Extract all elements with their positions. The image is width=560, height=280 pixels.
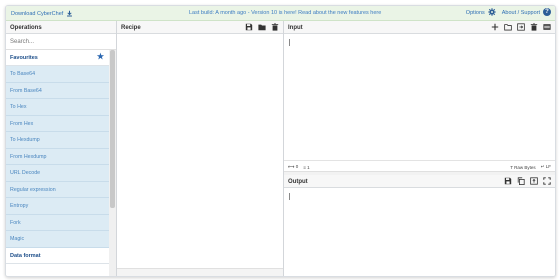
operation-item[interactable]: From Hexdump — [6, 148, 109, 165]
input-status-bar: ⟷ 0 ≡ 1 T Raw Bytes ↵ LF — [284, 160, 555, 171]
eol-selector[interactable]: ↵ LF — [541, 164, 551, 170]
scrollbar-thumb[interactable] — [110, 50, 115, 208]
text-icon: T — [510, 164, 513, 170]
recipe-title: Recipe — [121, 25, 141, 31]
notice-banner: Download CyberChef Last build: A month a… — [6, 6, 555, 21]
search-input[interactable]: Search... — [6, 34, 116, 50]
operation-item[interactable]: From Hex — [6, 115, 109, 132]
operation-item[interactable]: URL Decode — [6, 165, 109, 182]
download-icon — [67, 10, 73, 17]
length-icon: ⟷ — [288, 164, 295, 169]
operation-item[interactable]: To Hexdump — [6, 132, 109, 149]
clear-input-icon[interactable] — [530, 23, 538, 31]
operations-panel: Operations Search... Favourites ★ To Bas… — [6, 21, 117, 276]
recipe-panel: Recipe — [117, 21, 284, 276]
operation-item[interactable]: Magic — [6, 231, 109, 248]
lines-value: 1 — [307, 164, 310, 170]
return-icon: ↵ — [540, 164, 545, 169]
output-title: Output — [288, 179, 308, 185]
download-link[interactable]: Download CyberChef — [11, 10, 73, 17]
eol-label: LF — [545, 164, 551, 169]
text-caret — [289, 39, 290, 46]
trash-icon[interactable] — [271, 23, 279, 31]
length-indicator: ⟷ 0 — [288, 164, 298, 170]
save-icon[interactable] — [245, 23, 253, 31]
operation-item[interactable]: Regular expression — [6, 181, 109, 198]
options-link[interactable]: Options — [466, 10, 485, 16]
operation-item[interactable]: To Hex — [6, 99, 109, 116]
operation-item[interactable]: Fork — [6, 214, 109, 231]
cyberchef-window: Download CyberChef Last build: A month a… — [5, 5, 556, 277]
open-folder-icon[interactable] — [504, 23, 512, 31]
recipe-footer — [117, 268, 283, 276]
category-data-format[interactable]: Data format — [6, 247, 109, 264]
layout-icon[interactable] — [543, 23, 551, 31]
operations-scrollbar[interactable] — [109, 50, 116, 276]
input-header: Input — [284, 21, 555, 34]
download-label: Download CyberChef — [11, 10, 64, 17]
output-header: Output — [284, 175, 555, 188]
encoding-label: Raw Bytes — [514, 164, 536, 170]
recipe-header: Recipe — [117, 21, 283, 34]
length-value: 0 — [295, 164, 299, 169]
about-link[interactable]: About / Support — [502, 10, 540, 16]
operation-item[interactable]: Entropy — [6, 198, 109, 215]
output-textarea[interactable] — [284, 188, 555, 276]
build-notice-link[interactable]: Last build: A month ago - Version 10 is … — [189, 10, 381, 16]
category-favourites[interactable]: Favourites ★ — [6, 50, 109, 66]
input-title: Input — [288, 25, 303, 31]
gear-icon[interactable] — [488, 8, 496, 16]
save-output-icon[interactable] — [504, 177, 512, 185]
operations-list: Favourites ★ To Base64 From Base64 To He… — [6, 50, 109, 264]
help-icon[interactable]: ? — [543, 8, 551, 16]
operation-item[interactable]: To Base64 — [6, 66, 109, 83]
replace-input-icon[interactable] — [530, 177, 538, 185]
operations-title: Operations — [6, 21, 116, 34]
input-panel: Input ⟷ 0 ≡ 1 T Raw Bytes ↵ LF — [284, 21, 555, 171]
operation-item[interactable]: From Base64 — [6, 82, 109, 99]
input-textarea[interactable] — [284, 34, 555, 160]
folder-icon[interactable] — [258, 23, 266, 31]
text-caret — [289, 193, 290, 200]
category-label: Favourites — [10, 55, 38, 61]
encoding-selector[interactable]: T Raw Bytes — [510, 165, 535, 170]
open-file-icon[interactable] — [517, 23, 525, 31]
add-tab-icon[interactable] — [491, 23, 499, 31]
copy-icon[interactable] — [517, 177, 525, 185]
lines-indicator: ≡ 1 — [303, 165, 309, 170]
maximize-icon[interactable] — [543, 177, 551, 185]
star-icon[interactable]: ★ — [97, 53, 104, 61]
output-panel: Output — [284, 175, 555, 276]
lines-icon: ≡ — [303, 164, 306, 170]
